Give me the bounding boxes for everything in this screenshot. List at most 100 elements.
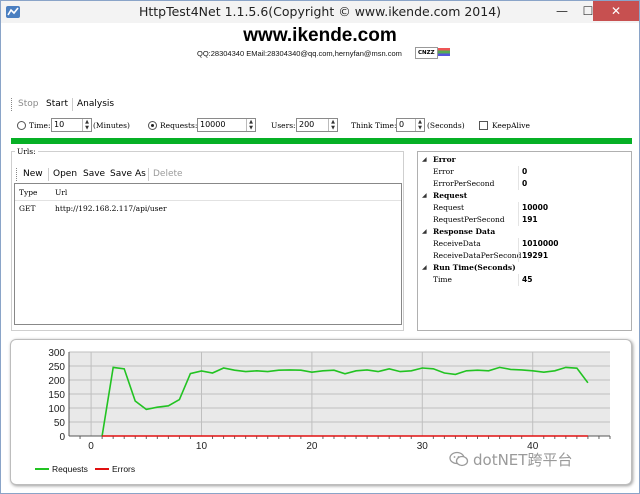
progress-fill bbox=[11, 138, 632, 144]
column-divider bbox=[518, 274, 519, 286]
window-title: HttpTest4Net 1.1.5.6(Copyright © www.ike… bbox=[138, 4, 502, 19]
title-bar: HttpTest4Net 1.1.5.6(Copyright © www.ike… bbox=[1, 1, 639, 23]
property-key: ReceiveData bbox=[433, 239, 481, 248]
toolbar-grip[interactable] bbox=[11, 98, 14, 111]
new-button[interactable]: New bbox=[23, 169, 43, 179]
category-request[interactable]: ◢ Request bbox=[418, 190, 631, 202]
cnzz-badge[interactable]: CNZZ bbox=[415, 47, 438, 59]
requests-spinner-icon[interactable]: ▲ ▼ bbox=[246, 119, 255, 131]
legend-label: Errors bbox=[112, 464, 135, 474]
property-key: RequestPerSecond bbox=[433, 215, 505, 224]
toolbar-separator bbox=[72, 98, 73, 111]
users-value: 200 bbox=[299, 120, 315, 129]
row-url: http://192.168.2.117/api/user bbox=[55, 204, 167, 213]
category-label: Response Data bbox=[433, 227, 496, 236]
keepalive-checkbox[interactable] bbox=[479, 121, 488, 130]
requests-label: Requests: bbox=[160, 121, 198, 130]
y-tick-label: 300 bbox=[48, 348, 65, 359]
property-row[interactable]: Time 45 bbox=[418, 274, 631, 286]
app-window: HttpTest4Net 1.1.5.6(Copyright © www.ike… bbox=[0, 0, 640, 494]
think-time-spinner-icon[interactable]: ▲ ▼ bbox=[415, 119, 424, 131]
analysis-button[interactable]: Analysis bbox=[77, 99, 114, 109]
x-tick-label: 10 bbox=[196, 441, 208, 452]
y-tick-label: 250 bbox=[48, 362, 65, 373]
property-key: Request bbox=[433, 203, 465, 212]
close-button[interactable]: ✕ bbox=[593, 1, 639, 21]
time-label: Time: bbox=[29, 121, 51, 130]
think-time-value: 0 bbox=[399, 120, 405, 129]
collapse-triangle-icon[interactable]: ◢ bbox=[422, 228, 427, 235]
minutes-label: (Minutes) bbox=[93, 121, 130, 130]
legend-label: Requests bbox=[52, 464, 88, 474]
property-key: ReceiveDataPerSecond bbox=[433, 251, 522, 260]
time-spinner-icon[interactable]: ▲ ▼ bbox=[82, 119, 91, 131]
column-divider bbox=[518, 178, 519, 190]
open-button[interactable]: Open bbox=[53, 169, 77, 179]
column-header-url[interactable]: Url bbox=[55, 188, 67, 197]
column-divider bbox=[518, 166, 519, 178]
stats-flag-icon bbox=[438, 48, 450, 56]
property-value: 45 bbox=[522, 275, 533, 284]
category-label: Run Time(Seconds) bbox=[433, 263, 516, 272]
column-divider bbox=[518, 250, 519, 262]
collapse-triangle-icon[interactable]: ◢ bbox=[422, 264, 427, 271]
delete-button[interactable]: Delete bbox=[153, 169, 183, 179]
category-response-data[interactable]: ◢ Response Data bbox=[418, 226, 631, 238]
column-divider bbox=[518, 202, 519, 214]
users-spinner-icon[interactable]: ▲ ▼ bbox=[328, 119, 337, 131]
collapse-triangle-icon[interactable]: ◢ bbox=[422, 192, 427, 199]
keepalive-label: KeepAlive bbox=[492, 121, 530, 130]
time-radio[interactable] bbox=[17, 121, 26, 130]
y-tick-label: 0 bbox=[59, 432, 65, 443]
statistics-property-grid: ◢ Error Error 0 ErrorPerSecond 0 ◢ Reque… bbox=[417, 151, 632, 331]
property-row[interactable]: ErrorPerSecond 0 bbox=[418, 178, 631, 190]
category-label: Request bbox=[433, 191, 468, 200]
stop-button[interactable]: Stop bbox=[18, 99, 38, 109]
column-divider bbox=[518, 238, 519, 250]
start-button[interactable]: Start bbox=[46, 99, 68, 109]
category-error[interactable]: ◢ Error bbox=[418, 154, 631, 166]
url-table: Type Url GET http://192.168.2.117/api/us… bbox=[14, 183, 402, 325]
collapse-triangle-icon[interactable]: ◢ bbox=[422, 156, 427, 163]
options-bar: Time: 10 ▲ ▼ (Minutes) Requests: 10000 ▲ ▼… bbox=[9, 116, 633, 136]
urls-toolbar: New Open Save Save As Delete bbox=[14, 167, 402, 183]
wechat-icon bbox=[449, 451, 469, 467]
property-row[interactable]: Error 0 bbox=[418, 166, 631, 178]
property-row[interactable]: ReceiveDataPerSecond 19291 bbox=[418, 250, 631, 262]
seconds-label: (Seconds) bbox=[427, 121, 465, 130]
users-label: Users: bbox=[271, 121, 296, 130]
y-tick-label: 50 bbox=[54, 418, 66, 429]
column-divider bbox=[518, 214, 519, 226]
property-value: 0 bbox=[522, 167, 528, 176]
requests-input[interactable]: 10000 ▲ ▼ bbox=[197, 118, 256, 132]
y-tick-label: 150 bbox=[48, 390, 65, 401]
requests-radio[interactable] bbox=[148, 121, 157, 130]
urls-toolbar-grip[interactable] bbox=[16, 168, 19, 181]
property-row[interactable]: ReceiveData 1010000 bbox=[418, 238, 631, 250]
users-input[interactable]: 200 ▲ ▼ bbox=[296, 118, 338, 132]
test-progress-bar bbox=[11, 138, 632, 144]
property-key: ErrorPerSecond bbox=[433, 179, 495, 188]
time-input[interactable]: 10 ▲ ▼ bbox=[51, 118, 92, 132]
column-header-type[interactable]: Type bbox=[19, 188, 37, 197]
think-time-label: Think Time: bbox=[351, 121, 397, 130]
save-as-button[interactable]: Save As bbox=[110, 169, 146, 179]
time-value: 10 bbox=[54, 120, 65, 129]
brand-title: www.ikende.com bbox=[243, 25, 397, 46]
property-key: Time bbox=[433, 275, 452, 284]
property-key: Error bbox=[433, 167, 454, 176]
urls-legend: Urls: bbox=[15, 147, 38, 156]
think-time-input[interactable]: 0 ▲ ▼ bbox=[396, 118, 425, 132]
category-run-time[interactable]: ◢ Run Time(Seconds) bbox=[418, 262, 631, 274]
y-tick-label: 200 bbox=[48, 376, 65, 387]
property-value: 10000 bbox=[522, 203, 549, 212]
category-label: Error bbox=[433, 155, 456, 164]
property-row[interactable]: Request 10000 bbox=[418, 202, 631, 214]
save-button[interactable]: Save bbox=[83, 169, 105, 179]
minimize-button[interactable]: — bbox=[549, 1, 575, 21]
main-toolbar: Stop Start Analysis bbox=[9, 97, 633, 113]
x-tick-label: 0 bbox=[88, 441, 94, 452]
y-tick-label: 100 bbox=[48, 404, 65, 415]
x-tick-label: 20 bbox=[306, 441, 318, 452]
property-row[interactable]: RequestPerSecond 191 bbox=[418, 214, 631, 226]
